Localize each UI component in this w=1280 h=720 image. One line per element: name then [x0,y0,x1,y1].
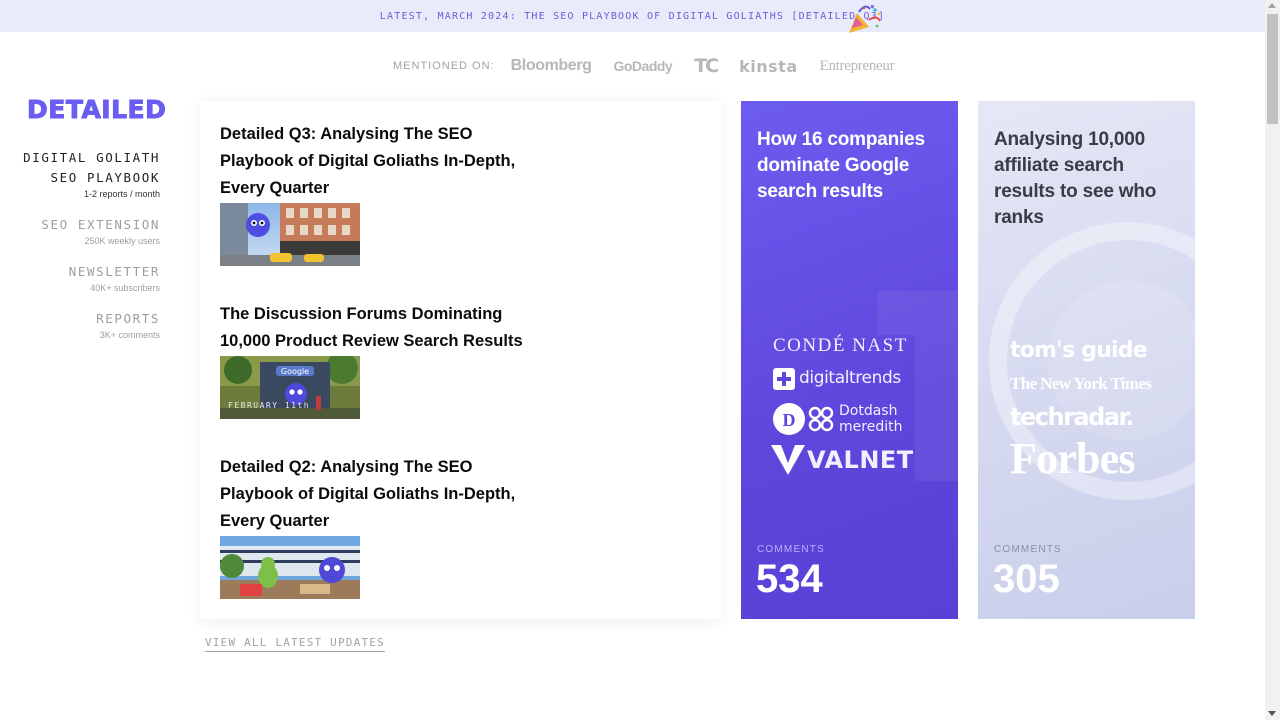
article-link-q3[interactable]: Detailed Q3: Analysing The SEO Playbook … [220,121,530,266]
article-title[interactable]: The Discussion Forums Dominating 10,000 … [220,301,530,355]
techcrunch-logo: TC [694,55,719,77]
sidebar-item-seo-playbook[interactable]: DIGITAL GOLIATH SEO PLAYBOOK 1-2 reports… [10,148,160,199]
top-announcement-banner[interactable]: LATEST, MARCH 2024: THE SEO PLAYBOOK OF … [0,0,1265,32]
latest-updates-panel: Detailed Q3: Analysing The SEO Playbook … [200,101,721,619]
vertical-scrollbar[interactable] [1265,0,1280,720]
comments-count: 305 [993,557,1060,601]
card-title[interactable]: How 16 companies dominate Google search … [757,127,947,205]
comments-label: COMMENTS [757,544,825,555]
article-link-forums[interactable]: The Discussion Forums Dominating 10,000 … [220,301,530,419]
mentions-label: MENTIONED ON: [393,60,495,72]
article-thumbnail-q2[interactable] [220,536,360,599]
forbes-logo: Forbes [1010,434,1136,483]
press-mentions: MENTIONED ON: Bloomberg GoDaddy TC kinst… [393,54,916,78]
digitaltrends-icon [773,368,795,390]
report-card-affiliate-results[interactable]: Analysing 10,000 affiliate search result… [978,101,1195,619]
nyt-logo: The New York Times [1010,374,1152,393]
thumbnail-caption: FEBRUARY 11th [228,401,310,410]
banner-text[interactable]: LATEST, MARCH 2024: THE SEO PLAYBOOK OF … [380,11,885,22]
kinsta-logo: kinsta [739,56,798,76]
report-card-google-results[interactable]: How 16 companies dominate Google search … [741,101,958,619]
view-all-latest-link[interactable]: VIEW ALL LATEST UPDATES [205,636,385,652]
sidebar-item-seo-extension[interactable]: SEO EXTENSION 250K weekly users [10,215,160,246]
comments-count: 534 [756,557,823,601]
party-popper-icon [849,4,881,33]
google-sign-icon: Google [281,367,309,376]
scrollbar-thumb[interactable] [1267,14,1278,124]
sidebar-nav: DIGITAL GOLIATH SEO PLAYBOOK 1-2 reports… [10,148,160,356]
card-title[interactable]: Analysing 10,000 affiliate search result… [994,127,1184,231]
sidebar-item-subtitle: 1-2 reports / month [83,189,160,199]
sidebar-item-title: NEWSLETTER [68,264,160,279]
sidebar-item-subtitle: 250K weekly users [84,236,160,246]
sidebar-item-title: SEO EXTENSION [41,217,160,232]
comments-label: COMMENTS [994,544,1062,555]
sidebar-item-subtitle: 40K+ subscribers [90,283,160,293]
article-thumbnail-forums[interactable]: Google FEBRUARY 11th [220,356,360,419]
scroll-down-arrow-icon[interactable] [1268,711,1276,716]
sidebar-item-newsletter[interactable]: NEWSLETTER 40K+ subscribers [10,262,160,293]
sidebar-item-title: DIGITAL GOLIATH [23,150,160,165]
sidebar-item-title: REPORTS [96,311,160,326]
article-link-q2[interactable]: Detailed Q2: Analysing The SEO Playbook … [220,454,530,599]
sidebar-item-reports[interactable]: REPORTS 3K+ comments [10,309,160,340]
brand-logo[interactable]: DETAILED [26,95,166,125]
valnet-icon [771,445,805,475]
godaddy-logo: GoDaddy [613,58,673,74]
sidebar-item-title: SEO PLAYBOOK [50,170,160,185]
dotdash-meredith-icon: D [773,403,834,435]
valnet-logo: VALNET [807,446,914,474]
entrepreneur-logo: Entrepreneur [819,57,895,74]
toms-guide-logo: tom's guide [1010,338,1148,363]
digitaltrends-logo: digitaltrends [799,368,901,388]
sidebar-item-subtitle: 3K+ comments [99,330,160,340]
article-thumbnail-q3[interactable] [220,203,360,266]
article-title[interactable]: Detailed Q3: Analysing The SEO Playbook … [220,121,530,202]
dotdash-meredith-logo: Dotdash meredith [839,403,903,435]
scroll-up-arrow-icon[interactable] [1268,3,1276,8]
article-title[interactable]: Detailed Q2: Analysing The SEO Playbook … [220,454,530,535]
conde-nast-logo: CONDÉ NAST [773,335,908,356]
bloomberg-logo: Bloomberg [510,57,592,74]
techradar-logo: techradar. [1010,403,1135,431]
svg-text:D: D [783,410,796,430]
